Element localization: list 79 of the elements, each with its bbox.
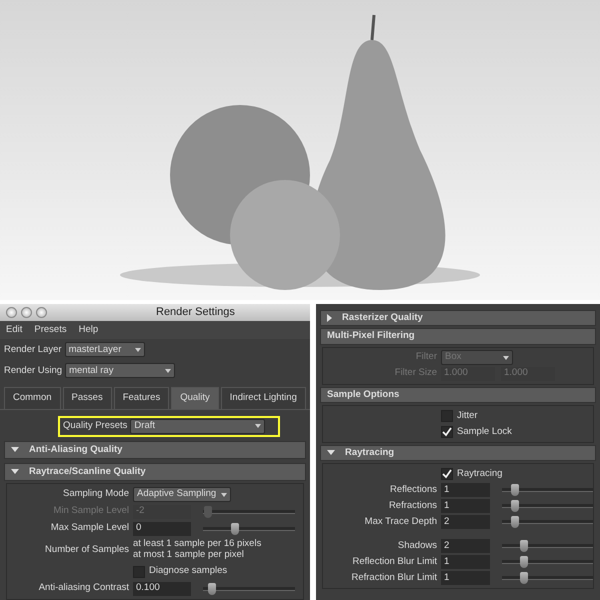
sample-count-text: at least 1 sample per 16 pixels (133, 539, 262, 550)
field-label: Shadows (396, 538, 437, 553)
field-label: Quality Presets (63, 418, 128, 433)
caret-icon (503, 356, 509, 360)
checkbox[interactable] (441, 410, 453, 422)
section-title: Sample Options (327, 388, 400, 402)
section-header[interactable]: Sample Options (320, 386, 596, 403)
section-header[interactable]: Anti-Aliasing Quality (4, 440, 306, 459)
collapse-arrow-icon[interactable] (327, 450, 335, 456)
section-header[interactable]: Raytracing (320, 444, 596, 461)
section-title: Rasterizer Quality (342, 311, 423, 325)
menu-item[interactable]: Edit (6, 323, 22, 338)
checkbox-label[interactable]: Raytracing (457, 466, 502, 482)
slider-thumb[interactable] (520, 572, 528, 584)
section-title: Raytracing (345, 446, 394, 460)
slider-thumb[interactable] (511, 516, 520, 528)
number-field[interactable]: 1 (441, 555, 490, 569)
dropdown[interactable]: Draft (130, 418, 266, 434)
window-control-button[interactable] (21, 307, 32, 318)
field-label: Anti-aliasing Contrast (38, 581, 129, 596)
number-field[interactable]: 1 (441, 499, 490, 513)
section-title: Anti-Aliasing Quality (29, 442, 122, 456)
tab[interactable]: Quality (171, 387, 219, 408)
window-title: Render Settings (156, 305, 235, 320)
field-label: Reflections (389, 482, 437, 497)
window-control-button[interactable] (36, 307, 47, 318)
checkbox[interactable] (133, 566, 145, 578)
number-field[interactable]: 1 (441, 483, 490, 497)
checkbox-label[interactable]: Sample Lock (457, 424, 512, 439)
field-label: Reflection Blur Limit (352, 554, 437, 569)
section-title: Raytrace/Scanline Quality (29, 464, 146, 479)
caret-icon (165, 368, 172, 373)
field-label: Max Sample Level (50, 521, 129, 536)
window-control-button[interactable] (6, 307, 17, 318)
field-label: Sampling Mode (62, 487, 129, 502)
section-header[interactable]: Multi-Pixel Filtering (320, 328, 596, 344)
field-label: Refractions (388, 498, 437, 513)
tab[interactable]: Common (4, 387, 61, 408)
sample-count-text: at most 1 sample per pixel (133, 550, 245, 561)
section-header[interactable]: Rasterizer Quality (320, 310, 596, 326)
number-field[interactable]: 1 (441, 571, 490, 585)
field-label: Render Layer (4, 342, 62, 357)
checkbox[interactable] (441, 468, 453, 480)
checkbox[interactable] (441, 426, 453, 438)
tab[interactable]: Indirect Lighting (220, 387, 306, 408)
dropdown[interactable]: mental ray (65, 363, 176, 378)
menu-item[interactable]: Help (78, 323, 98, 338)
expand-arrow-icon[interactable] (327, 314, 332, 322)
slider-thumb[interactable] (520, 556, 528, 568)
slider-thumb[interactable] (511, 484, 520, 496)
dropdown[interactable]: masterLayer (64, 342, 145, 358)
slider-thumb[interactable] (520, 540, 528, 552)
checkbox-label[interactable]: Jitter (457, 408, 478, 423)
slider-thumb[interactable] (511, 500, 520, 512)
section-header[interactable]: Raytrace/Scanline Quality (4, 462, 306, 481)
number-field[interactable]: 2 (441, 515, 490, 529)
slider-thumb[interactable] (231, 522, 240, 534)
number-field[interactable]: 0.100 (133, 582, 191, 596)
field-label: Filter (414, 350, 437, 364)
field-label: Max Trace Depth (364, 514, 437, 529)
collapse-arrow-icon[interactable] (11, 469, 19, 474)
caret-icon (134, 348, 141, 352)
caret-icon (255, 424, 262, 428)
checkbox-label[interactable]: Diagnose samples (149, 564, 228, 579)
dropdown[interactable]: Adaptive Sampling (133, 487, 231, 502)
slider-thumb[interactable] (208, 582, 216, 594)
tab[interactable]: Passes (62, 387, 112, 408)
field-label: Filter Size (394, 366, 437, 380)
number-field[interactable]: 0 (133, 522, 191, 536)
tab[interactable]: Features (114, 387, 170, 408)
collapse-arrow-icon[interactable] (11, 447, 19, 452)
field-label: Render Using (4, 364, 62, 378)
caret-icon (221, 492, 227, 496)
menu-item[interactable]: Presets (34, 323, 67, 338)
section-title: Multi-Pixel Filtering (327, 329, 415, 344)
field-label: Min Sample Level (52, 504, 129, 518)
number-field[interactable]: 2 (441, 539, 490, 553)
field-label: Number of Samples (44, 542, 129, 557)
field-label: Refraction Blur Limit (350, 570, 437, 585)
